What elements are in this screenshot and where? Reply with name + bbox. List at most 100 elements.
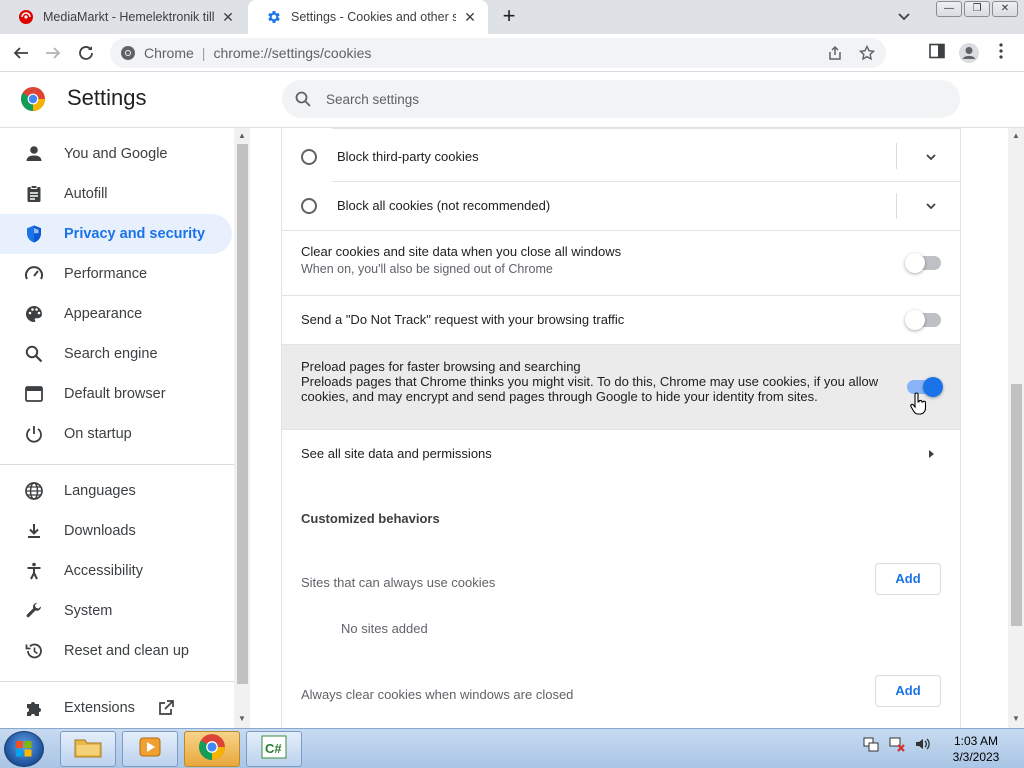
network-icon[interactable]	[888, 735, 906, 758]
main-scrollbar[interactable]: ▲ ▼	[1008, 128, 1024, 728]
cookies-card: Block third-party cookies Block all cook…	[281, 128, 961, 728]
chrome-logo-icon	[20, 86, 46, 112]
sidebar-item-on-startup[interactable]: On startup	[0, 414, 232, 454]
radio-block-third-party[interactable]	[301, 149, 317, 165]
sidebar-item-label: Accessibility	[64, 563, 143, 579]
mediamarkt-icon	[18, 9, 34, 25]
restore-button[interactable]: ❐	[964, 1, 990, 17]
tab-settings[interactable]: Settings - Cookies and other site ✕	[248, 0, 488, 34]
toggle-row-preload-pages[interactable]: Preload pages for faster browsing and se…	[282, 345, 960, 429]
add-clear-site-button[interactable]: Add	[875, 675, 941, 707]
toggle-label: Send a "Do Not Track" request with your …	[301, 312, 625, 327]
minimize-button[interactable]: —	[936, 1, 962, 17]
sidebar-item-label: Search engine	[64, 346, 158, 362]
side-panel-icon[interactable]	[928, 42, 946, 60]
bookmark-star-icon[interactable]	[858, 44, 876, 62]
chevron-down-icon[interactable]	[924, 150, 938, 164]
more-menu-icon[interactable]	[996, 42, 1006, 60]
search-input[interactable]	[326, 91, 886, 107]
sidebar-item-label: System	[64, 603, 113, 619]
url-text: chrome://settings/cookies	[213, 45, 372, 61]
tab-title: MediaMarkt - Hemelektronik till	[43, 10, 214, 24]
sidebar-item-you-and-google[interactable]: You and Google	[0, 134, 232, 174]
radio-label: Block all cookies (not recommended)	[337, 198, 551, 213]
toggle-description: Preloads pages that Chrome thinks you mi…	[301, 374, 879, 404]
volume-icon[interactable]	[914, 735, 932, 758]
close-window-button[interactable]: ✕	[992, 1, 1018, 17]
sidebar-item-reset-and-clean-up[interactable]: Reset and clean up	[0, 631, 232, 671]
csharp-icon: C#	[259, 734, 289, 765]
add-allowed-site-button[interactable]: Add	[875, 563, 941, 595]
scroll-up-arrow-icon[interactable]: ▲	[1011, 131, 1021, 140]
sidebar-scrollbar[interactable]: ▲ ▼	[234, 128, 250, 728]
sidebar-item-system[interactable]: System	[0, 591, 232, 631]
sidebar-item-label: On startup	[64, 426, 132, 442]
sidebar-item-label: Downloads	[64, 523, 136, 539]
settings-main: Block third-party cookies Block all cook…	[250, 128, 1008, 728]
sidebar-item-extensions[interactable]: Extensions	[0, 688, 232, 728]
sidebar-item-downloads[interactable]: Downloads	[0, 511, 232, 551]
sidebar-divider	[0, 681, 234, 682]
sidebar-item-accessibility[interactable]: Accessibility	[0, 551, 232, 591]
sidebar-item-languages[interactable]: Languages	[0, 471, 232, 511]
start-button[interactable]	[4, 731, 44, 767]
speedometer-icon	[24, 264, 44, 284]
clear-on-exit-toggle[interactable]	[905, 253, 941, 273]
history-icon	[24, 641, 44, 661]
toggle-row-clear-on-exit[interactable]: Clear cookies and site data when you clo…	[282, 231, 960, 295]
radio-row-block-all[interactable]: Block all cookies (not recommended)	[282, 182, 960, 230]
always-clear-label: Always clear cookies when windows are cl…	[301, 687, 574, 702]
search-icon	[24, 344, 44, 364]
address-bar[interactable]: Chrome | chrome://settings/cookies	[110, 38, 886, 68]
arrow-right-icon	[929, 450, 934, 458]
taskbar-file-explorer[interactable]	[60, 731, 116, 767]
sidebar-item-performance[interactable]: Performance	[0, 254, 232, 294]
folder-icon	[73, 735, 103, 764]
toggle-label: Preload pages for faster browsing and se…	[301, 359, 581, 374]
sidebar-divider	[0, 464, 234, 465]
scroll-down-arrow-icon[interactable]: ▼	[237, 714, 247, 723]
sidebar-item-label: Performance	[64, 266, 148, 282]
tab-mediamarkt[interactable]: MediaMarkt - Hemelektronik till ✕	[0, 0, 246, 34]
settings-header: Settings	[0, 72, 1024, 128]
browser-toolbar: Chrome | chrome://settings/cookies	[0, 34, 1024, 72]
taskbar-media-player[interactable]	[122, 731, 178, 767]
profile-avatar-icon[interactable]	[958, 42, 980, 64]
taskbar-clock[interactable]: 1:03 AM 3/3/2023	[946, 733, 1006, 765]
vertical-separator	[896, 193, 897, 219]
toggle-row-do-not-track[interactable]: Send a "Do Not Track" request with your …	[282, 296, 960, 344]
scroll-up-arrow-icon[interactable]: ▲	[237, 131, 247, 140]
radio-block-all[interactable]	[301, 198, 317, 214]
back-arrow-icon[interactable]	[10, 42, 32, 64]
chevron-down-icon[interactable]	[924, 199, 938, 213]
radio-row-block-third-party[interactable]: Block third-party cookies	[282, 129, 960, 181]
close-tab-icon[interactable]: ✕	[462, 9, 478, 25]
person-icon	[24, 144, 44, 164]
scroll-down-arrow-icon[interactable]: ▼	[1011, 714, 1021, 723]
sidebar-item-privacy-and-security[interactable]: Privacy and security	[0, 214, 232, 254]
main-scroll-thumb[interactable]	[1011, 384, 1022, 626]
reload-icon[interactable]	[75, 42, 97, 64]
clock-time: 1:03 AM	[953, 734, 999, 748]
sidebar-item-autofill[interactable]: Autofill	[0, 174, 232, 214]
chrome-icon	[198, 733, 226, 766]
close-tab-icon[interactable]: ✕	[220, 9, 236, 25]
share-icon[interactable]	[826, 44, 844, 62]
hand-cursor-icon	[910, 392, 927, 415]
sidebar-scroll-thumb[interactable]	[237, 144, 248, 684]
taskbar-chrome[interactable]	[184, 731, 240, 767]
settings-search[interactable]	[282, 80, 960, 118]
sidebar-item-default-browser[interactable]: Default browser	[0, 374, 232, 414]
tab-search-chevron-icon[interactable]	[894, 8, 914, 26]
action-center-icon[interactable]	[862, 735, 880, 758]
do-not-track-toggle[interactable]	[905, 310, 941, 330]
omnibox-separator: |	[201, 45, 206, 61]
sidebar-item-label: Languages	[64, 483, 136, 499]
forward-arrow-icon[interactable]	[42, 42, 64, 64]
allow-sites-label: Sites that can always use cookies	[301, 575, 496, 590]
sidebar-item-search-engine[interactable]: Search engine	[0, 334, 232, 374]
new-tab-button[interactable]: +	[498, 5, 520, 28]
see-all-site-data-link[interactable]: See all site data and permissions	[282, 430, 960, 478]
taskbar-csharp-app[interactable]: C#	[246, 731, 302, 767]
sidebar-item-appearance[interactable]: Appearance	[0, 294, 232, 334]
